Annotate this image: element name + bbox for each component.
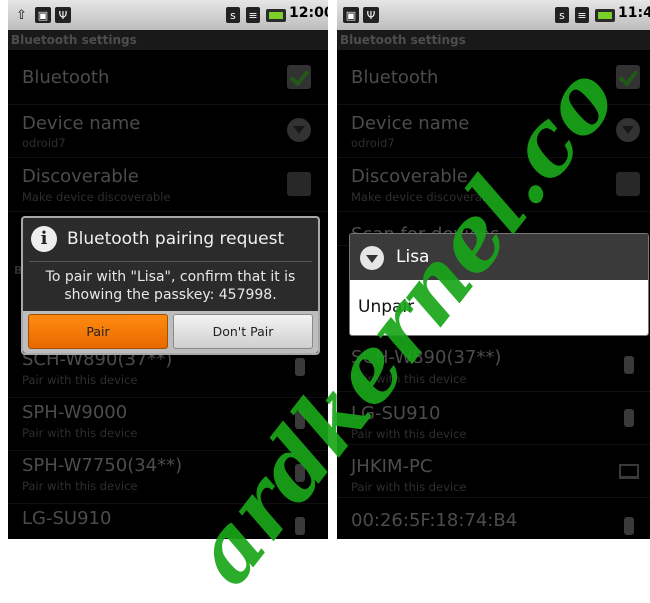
bluetooth-icon: ꜱ [226, 7, 240, 23]
battery-icon [595, 9, 615, 22]
signal-icon: ≡ [575, 7, 589, 23]
usb-icon: Ψ [55, 7, 71, 23]
divider [29, 261, 312, 262]
usb-icon: Ψ [363, 7, 379, 23]
dialog-message: To pair with "Lisa", confirm that it is … [33, 268, 308, 304]
dialog-message-line: To pair with "Lisa", confirm that it is [45, 269, 296, 285]
signal-icon: ≡ [246, 7, 260, 23]
dont-pair-button[interactable]: Don't Pair [173, 314, 313, 349]
clock: 12:00 [289, 5, 328, 21]
battery-icon [266, 9, 286, 22]
pairing-dialog: i Bluetooth pairing request To pair with… [21, 216, 320, 355]
pair-button[interactable]: Pair [28, 314, 168, 349]
status-bar: ▣ Ψ ꜱ ≡ 11:40 [337, 0, 650, 30]
dialog-title: Bluetooth pairing request [67, 229, 285, 249]
upload-icon: ⇧ [16, 8, 27, 23]
sd-card-icon: ▣ [35, 7, 51, 23]
bluetooth-icon: ꜱ [555, 7, 569, 23]
dialog-button-bar: Pair Don't Pair [23, 311, 318, 353]
status-bar: ⇧ ▣ Ψ ꜱ ≡ 12:00 [8, 0, 328, 30]
chevron-down-icon [360, 246, 384, 270]
sd-card-icon: ▣ [343, 7, 359, 23]
dialog-message-line: showing the passkey: 457998. [64, 287, 277, 303]
info-icon: i [31, 226, 57, 252]
clock: 11:40 [618, 5, 650, 21]
